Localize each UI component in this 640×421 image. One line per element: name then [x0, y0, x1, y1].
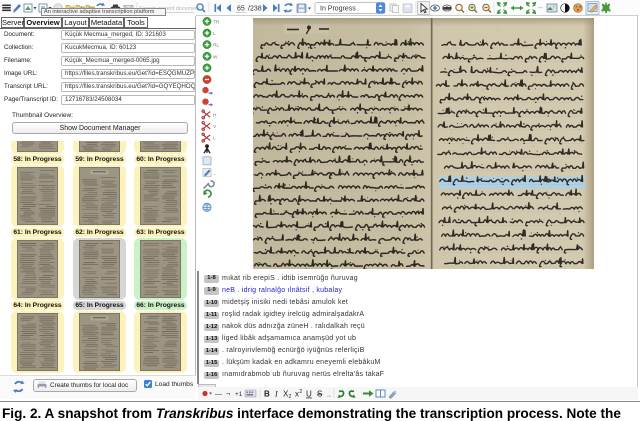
svg-text:...: ... — [213, 172, 217, 177]
svg-text:65: 65 — [237, 6, 245, 13]
svg-text:B: B — [264, 390, 270, 399]
svg-text:--: -- — [538, 5, 543, 12]
svg-text:W: W — [213, 54, 218, 60]
svg-text:L: L — [213, 136, 216, 142]
svg-text:..: .. — [327, 392, 331, 399]
svg-text:2: 2 — [289, 394, 292, 400]
svg-text:V: V — [213, 124, 217, 130]
svg-text:L: L — [213, 31, 216, 37]
svg-text:I: I — [274, 390, 278, 399]
svg-text:S: S — [317, 390, 322, 399]
svg-text:+1: +1 — [235, 391, 243, 398]
svg-text:TR: TR — [213, 19, 220, 25]
svg-text:¬: ¬ — [226, 391, 230, 398]
svg-text:RL: RL — [213, 43, 219, 49]
svg-text:2: 2 — [300, 389, 303, 395]
svg-text:—: — — [215, 391, 222, 398]
svg-text:H: H — [213, 112, 217, 118]
svg-text:x: x — [295, 390, 299, 399]
svg-text:In Progress: In Progress — [320, 6, 356, 13]
svg-text:/238: /238 — [248, 6, 262, 13]
svg-text:U: U — [306, 390, 312, 399]
